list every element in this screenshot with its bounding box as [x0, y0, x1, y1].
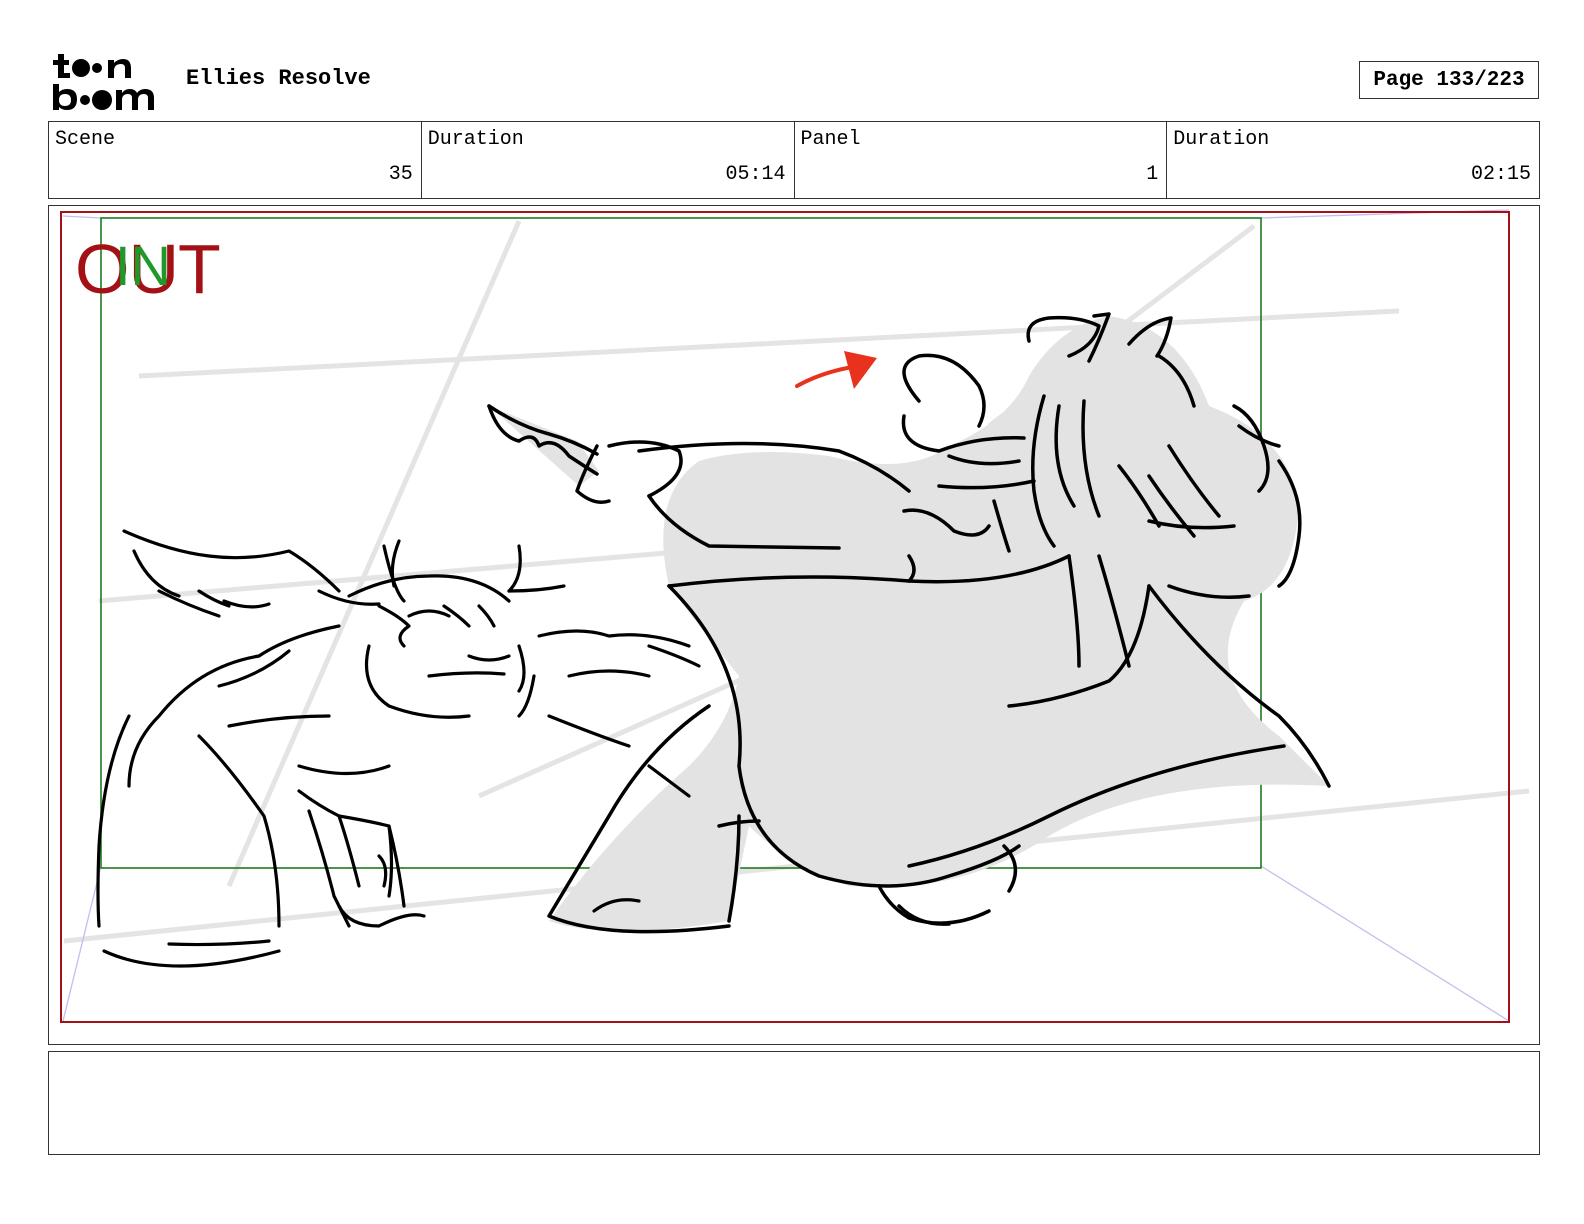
toon-boom-logo-icon — [53, 54, 154, 110]
project-title: Ellies Resolve — [186, 66, 371, 91]
panel-drawing — [60, 209, 1530, 1023]
toon-boom-logo — [52, 50, 164, 112]
panel-value: 1 — [1146, 163, 1159, 186]
in-frame-label: IN — [115, 234, 171, 297]
scene-duration-value: 05:14 — [725, 163, 786, 186]
page-counter: Page 133/223 — [1359, 61, 1539, 99]
panel-notes-box — [48, 1051, 1540, 1155]
panel-cell: Panel 1 — [795, 122, 1168, 198]
storyboard-panel: OUT IN — [48, 205, 1540, 1045]
scene-duration-cell: Duration 05:14 — [422, 122, 795, 198]
panel-duration-value: 02:15 — [1470, 163, 1531, 186]
panel-duration-cell: Duration 02:15 — [1167, 122, 1539, 198]
scene-cell: Scene 35 — [49, 122, 422, 198]
scene-duration-label: Duration — [427, 128, 524, 151]
motion-arrow-icon — [795, 351, 877, 389]
panel-duration-label: Duration — [1173, 128, 1270, 151]
scene-value: 35 — [388, 163, 413, 186]
scene-info-table: Scene 35 Duration 05:14 Panel 1 Duration… — [48, 121, 1540, 199]
panel-label: Panel — [800, 128, 861, 151]
scene-label: Scene — [55, 128, 116, 151]
caped-character-sketch — [487, 312, 1331, 934]
